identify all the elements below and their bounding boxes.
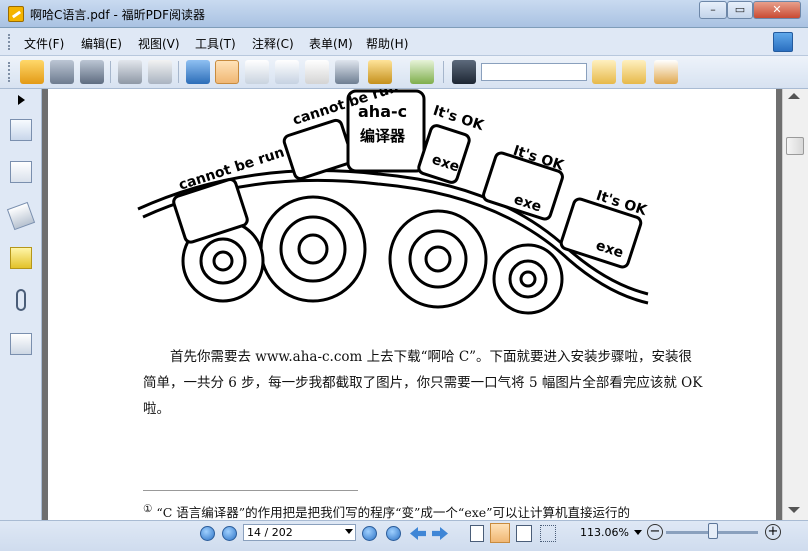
search-options-icon[interactable]: [654, 60, 678, 84]
page-dropdown-icon[interactable]: [345, 529, 353, 534]
window-title: 啊哈C语言.pdf - 福昕PDF阅读器: [30, 8, 205, 22]
toolbar-separator: [110, 61, 111, 83]
bookmarks-icon[interactable]: [10, 119, 32, 141]
navigation-sidebar: [0, 89, 42, 520]
toolbar-grip: [8, 62, 11, 82]
zoom-in-icon[interactable]: +: [765, 524, 781, 540]
vertical-scrollbar[interactable]: [782, 89, 808, 520]
pages-icon[interactable]: [10, 161, 32, 183]
select-arrow-icon[interactable]: [275, 60, 299, 84]
first-page-icon[interactable]: [200, 526, 215, 541]
document-viewport[interactable]: aha-c 编译器 cannot be run cannot be run It…: [42, 89, 782, 520]
close-button[interactable]: ✕: [753, 1, 801, 19]
signature-icon[interactable]: [10, 333, 32, 355]
menu-tools[interactable]: 工具(T): [195, 35, 236, 52]
menu-comment[interactable]: 注释(C): [252, 35, 294, 52]
expand-sidebar-icon[interactable]: [18, 95, 25, 105]
email-icon[interactable]: [148, 60, 172, 84]
pdf-page: aha-c 编译器 cannot be run cannot be run It…: [48, 89, 776, 520]
zoom-tool-icon[interactable]: [245, 60, 269, 84]
footnote: ① “C 语言编译器”的作用把是把我们写的程序“变”成一个“exe”可以让计算机…: [143, 502, 630, 521]
find-next-icon[interactable]: [622, 60, 646, 84]
print-icon[interactable]: [118, 60, 142, 84]
comments-icon[interactable]: [10, 247, 32, 269]
restore-view-icon[interactable]: [773, 32, 793, 52]
menu-file[interactable]: 文件(F): [24, 35, 64, 52]
open-folder-icon[interactable]: [20, 60, 44, 84]
footnote-divider: [143, 490, 358, 491]
snapshot-icon[interactable]: [335, 60, 359, 84]
next-page-icon[interactable]: [362, 526, 377, 541]
page-number-value: 14 / 202: [247, 526, 293, 539]
zoom-out-icon[interactable]: −: [647, 524, 663, 540]
save-as-icon[interactable]: [80, 60, 104, 84]
save-icon[interactable]: [50, 60, 74, 84]
menu-bar: 文件(F) 编辑(E) 视图(V) 工具(T) 注释(C) 表单(M) 帮助(H…: [0, 28, 808, 56]
continuous-page-icon[interactable]: [490, 523, 510, 543]
scroll-down-arrow-icon[interactable]: [788, 507, 800, 513]
status-bar: [0, 520, 808, 551]
scroll-up-arrow-icon[interactable]: [788, 93, 800, 99]
fullscreen-icon[interactable]: [186, 60, 210, 84]
toolbar-separator: [178, 61, 179, 83]
menu-help[interactable]: 帮助(H): [366, 35, 408, 52]
footnote-text: “C 语言编译器”的作用把是把我们写的程序“变”成一个“exe”可以让计算机直接…: [156, 505, 631, 520]
sign-pen-icon[interactable]: [410, 60, 434, 84]
compiler-illustration: aha-c 编译器 cannot be run cannot be run It…: [137, 89, 650, 315]
hand-tool-icon[interactable]: [215, 60, 239, 84]
menu-view[interactable]: 视图(V): [138, 35, 180, 52]
single-page-icon[interactable]: [470, 525, 484, 542]
binoculars-search-icon[interactable]: [452, 60, 476, 84]
continuous-facing-icon[interactable]: [540, 525, 556, 542]
compiler-label-2: 编译器: [360, 127, 406, 145]
search-input[interactable]: [481, 63, 587, 81]
menu-edit[interactable]: 编辑(E): [81, 35, 122, 52]
minimize-button[interactable]: –: [699, 1, 727, 19]
title-bar: 啊哈C语言.pdf - 福昕PDF阅读器 – ▭ ✕: [0, 0, 808, 28]
scroll-thumb[interactable]: [786, 137, 804, 155]
maximize-button[interactable]: ▭: [727, 1, 753, 19]
footnote-marker: ①: [143, 502, 153, 515]
previous-page-icon[interactable]: [222, 526, 237, 541]
find-previous-icon[interactable]: [592, 60, 616, 84]
body-paragraph: 首先你需要去 www.aha-c.com 上去下载“啊哈 C”。下面就要进入安装…: [143, 349, 703, 417]
attachments-icon[interactable]: [16, 289, 26, 311]
zoom-level: 113.06%: [580, 526, 629, 539]
zoom-slider-thumb[interactable]: [708, 523, 718, 539]
toolbar: [0, 56, 808, 89]
rms-icon[interactable]: [368, 60, 392, 84]
menu-form[interactable]: 表单(M): [309, 35, 353, 52]
toolbar-separator: [443, 61, 444, 83]
last-page-icon[interactable]: [386, 526, 401, 541]
page-number-field[interactable]: 14 / 202: [243, 524, 356, 541]
zoom-dropdown-icon[interactable]: [634, 530, 642, 535]
layers-icon[interactable]: [6, 201, 36, 231]
select-text-icon[interactable]: [305, 60, 329, 84]
facing-pages-icon[interactable]: [516, 525, 532, 542]
foxit-app-icon: [8, 6, 24, 22]
menu-grip: [8, 34, 11, 50]
